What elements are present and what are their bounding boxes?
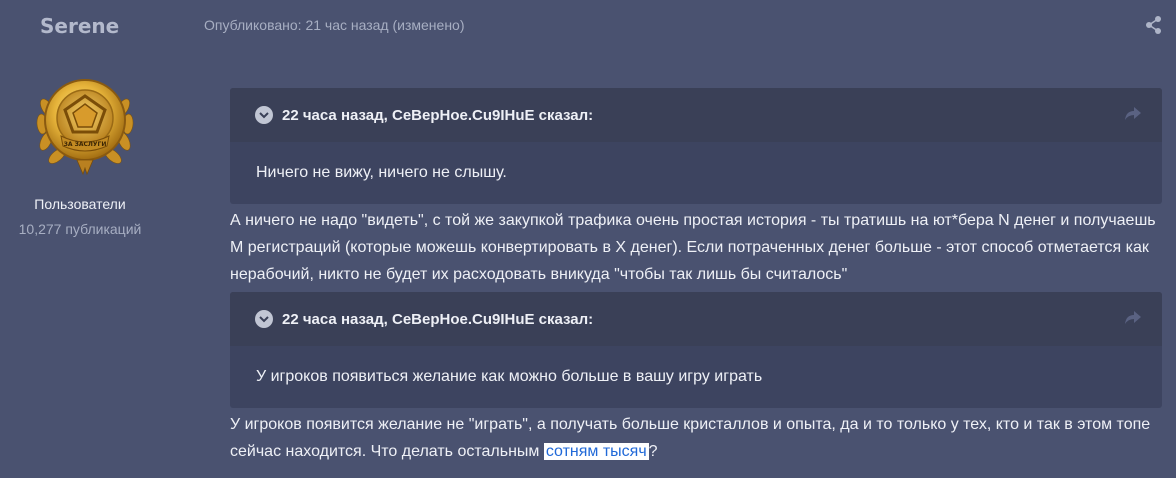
quote-text: Ничего не вижу, ничего не слышу. — [256, 164, 507, 181]
chevron-down-icon[interactable] — [255, 106, 273, 124]
quote-block: 22 часа назад, СеВерНое.Cu9IHuE сказал: … — [230, 292, 1162, 408]
inline-link[interactable]: сотням тысяч — [543, 443, 649, 460]
reply-arrow-icon[interactable] — [1124, 310, 1142, 326]
post-meta[interactable]: Опубликовано: 21 час назад (изменено) — [204, 17, 465, 33]
post-paragraph: А ничего не надо "видеть", с той же заку… — [230, 212, 1156, 283]
quote-header: 22 часа назад, СеВерНое.Cu9IHuE сказал: — [230, 292, 1162, 346]
svg-text:ЗА ЗАСЛУГИ: ЗА ЗАСЛУГИ — [64, 141, 107, 148]
post-text: У игроков появится желание не "играть", … — [230, 416, 1151, 460]
quote-citation: 22 часа назад, СеВерНое.Cu9IHuE сказал: — [282, 106, 594, 124]
author-post-count: 10,277 публикаций — [18, 221, 142, 237]
quote-block: 22 часа назад, СеВерНое.Cu9IHuE сказал: … — [230, 88, 1162, 204]
share-icon[interactable] — [1145, 15, 1163, 35]
post-paragraph: У игроков появится желание не "играть", … — [230, 411, 1170, 465]
avatar[interactable]: ЗА ЗАСЛУГИ — [33, 68, 137, 178]
reply-arrow-icon[interactable] — [1124, 106, 1142, 122]
author-name[interactable]: Serene — [40, 14, 119, 38]
quote-text: У игроков появиться желание как можно бо… — [256, 368, 763, 385]
quote-citation: 22 часа назад, СеВерНое.Cu9IHuE сказал: — [282, 310, 594, 328]
medal-badge-icon: ЗА ЗАСЛУГИ — [36, 79, 134, 176]
post-text: ? — [648, 443, 658, 460]
chevron-down-icon[interactable] — [255, 310, 273, 328]
quote-header: 22 часа назад, СеВерНое.Cu9IHuE сказал: — [230, 88, 1162, 142]
forum-post: Serene ЗА ЗАСЛУГИ Пользователи 10,277 пу… — [0, 0, 1176, 478]
author-group: Пользователи — [34, 196, 126, 212]
